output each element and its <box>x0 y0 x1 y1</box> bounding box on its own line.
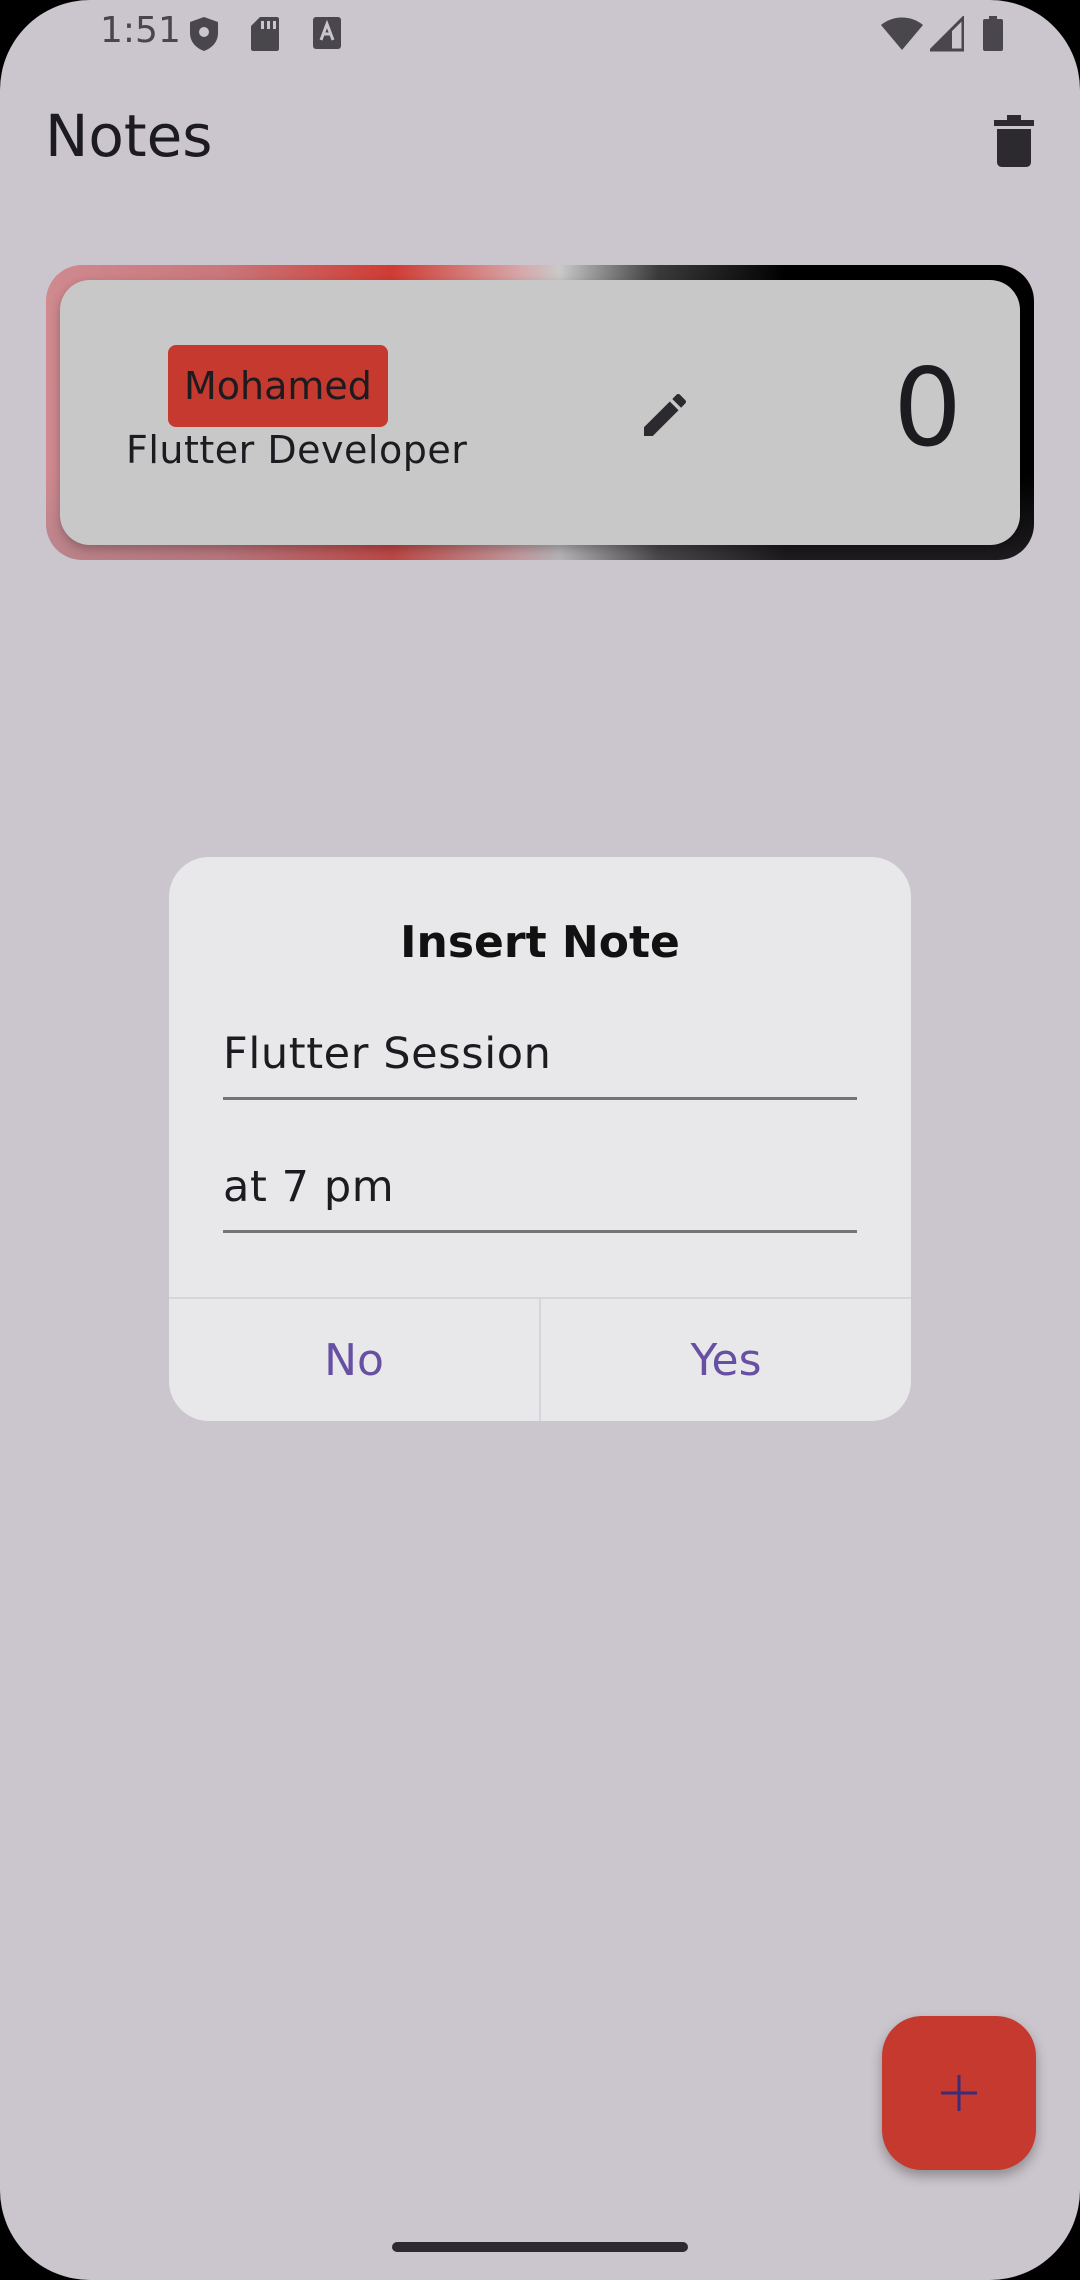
add-note-button[interactable] <box>882 2016 1036 2170</box>
wifi-icon <box>881 17 923 50</box>
shield-icon <box>190 17 218 51</box>
note-title-field[interactable]: Flutter Session <box>223 1010 857 1100</box>
plus-icon <box>941 2075 977 2111</box>
app-screen: 1:51 Notes Mohamed Flutter Developer 0 I… <box>0 0 1080 2280</box>
no-button[interactable]: No <box>169 1299 539 1421</box>
pencil-icon <box>644 393 687 436</box>
delete-icon <box>994 115 1034 167</box>
delete-button[interactable] <box>985 110 1043 172</box>
gesture-bar[interactable] <box>392 2242 688 2252</box>
edit-button[interactable] <box>630 380 700 450</box>
dialog-title: Insert Note <box>400 917 680 968</box>
yes-button[interactable]: Yes <box>539 1299 911 1421</box>
cell-signal-icon <box>930 16 964 52</box>
sd-card-icon <box>251 17 279 51</box>
note-name-chip: Mohamed <box>168 345 388 427</box>
keyboard-a-icon <box>313 17 341 49</box>
note-count: 0 <box>893 346 962 471</box>
note-role: Flutter Developer <box>126 428 468 472</box>
dialog-actions: No Yes <box>169 1297 911 1421</box>
note-card[interactable]: Mohamed Flutter Developer 0 <box>60 280 1020 545</box>
status-bar: 1:51 <box>0 0 1080 70</box>
note-body-field[interactable]: at 7 pm <box>223 1143 857 1233</box>
status-time: 1:51 <box>100 10 181 51</box>
insert-note-dialog: Insert Note Flutter Session at 7 pm No Y… <box>169 857 911 1421</box>
battery-icon <box>983 16 1003 51</box>
page-title: Notes <box>45 102 213 170</box>
